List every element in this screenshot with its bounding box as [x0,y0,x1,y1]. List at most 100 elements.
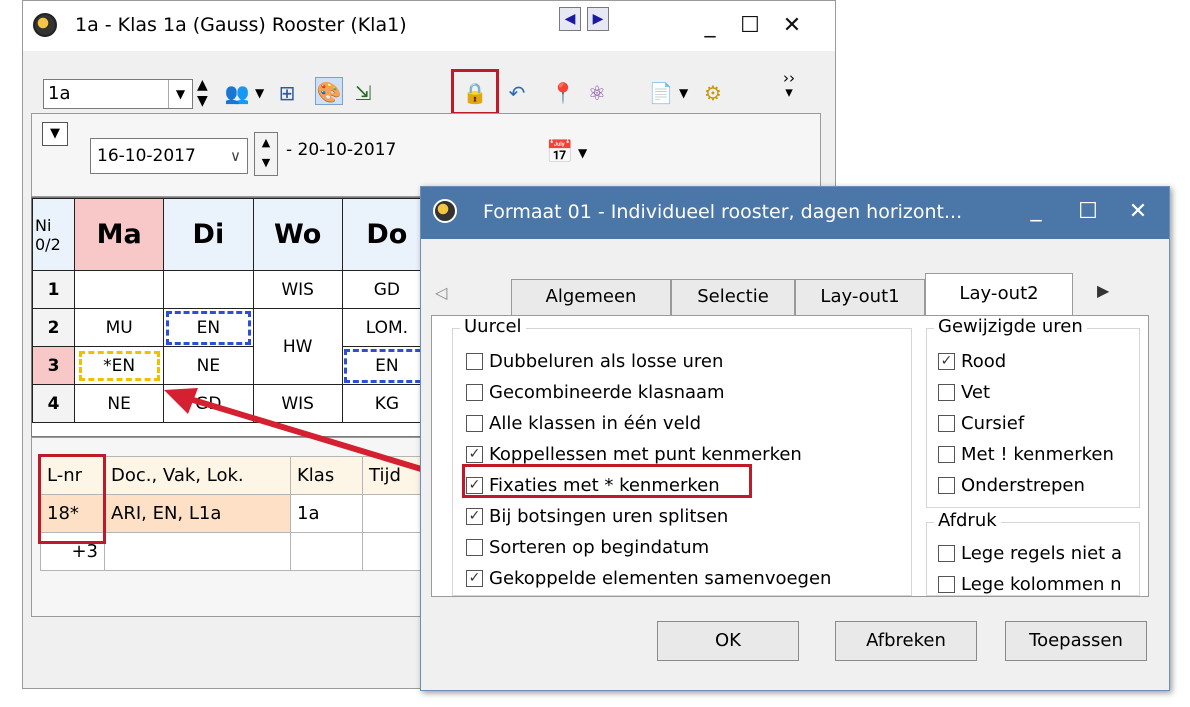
date-from-field[interactable]: 16-10-2017 ∨ [90,138,248,174]
lesson-klas[interactable] [290,532,363,571]
checkbox[interactable]: ✓ [466,508,483,525]
checkbox[interactable] [938,576,955,593]
corner-cell: Ni 0/2 [32,198,75,271]
hour-number: 2 [32,308,75,347]
palette-icon[interactable]: 🎨 [315,77,343,105]
day-header-wo[interactable]: Wo [252,198,343,271]
maximize-button[interactable]: ☐ [733,13,767,38]
date-panel: ▼ 16-10-2017 ∨ ▲ ▼ - 20-10-2017 📅 ▼ [31,113,821,197]
window-title: 1a - Klas 1a (Gauss) Rooster (Kla1) [75,14,407,36]
lesson-tijd[interactable] [362,532,426,571]
chevron-down-icon[interactable]: ▼ [168,80,192,108]
chevron-down-icon[interactable]: ▼ [255,86,264,100]
gear-icon[interactable]: ⚙ [699,79,727,107]
checkbox[interactable] [938,446,955,463]
option-row[interactable]: ✓ Bij botsingen uren splitsen [466,501,906,532]
tab-algemeen[interactable]: Algemeen [511,279,671,315]
option-label: Vet [961,382,991,403]
option-row[interactable]: ✓ Gekoppelde elementen samenvoegen [466,563,906,594]
app-clock-icon [33,13,57,37]
checkbox[interactable] [466,353,483,370]
checkbox[interactable] [938,545,955,562]
date-spinner[interactable]: ▲ ▼ [254,132,278,176]
lesson-cell[interactable] [73,270,165,309]
grid-icon[interactable]: ⊞ [273,79,301,107]
calendar-button[interactable]: 📅 ▼ [546,138,600,172]
option-row[interactable]: Vet [938,377,1138,408]
tab-layout2[interactable]: Lay-out2 [925,273,1073,317]
option-label: Gekoppelde elementen samenvoegen [489,568,832,589]
lesson-tijd[interactable] [362,494,426,533]
class-select-value: 1a [48,83,71,104]
checkbox[interactable] [466,384,483,401]
minimize-button[interactable]: _ [693,13,727,38]
lnr-highlight [38,454,106,544]
uurcel-title: Uurcel [460,316,526,337]
afdruk-title: Afdruk [934,510,1001,531]
lesson-cell[interactable]: EN [163,308,254,347]
option-row[interactable]: Gecombineerde klasnaam [466,377,906,408]
maximize-button[interactable]: ☐ [1071,199,1105,224]
lesson-cell[interactable] [163,270,254,309]
lesson-doc[interactable]: ARI, EN, L1a [104,494,291,533]
option-row[interactable]: Onderstrepen [938,470,1138,501]
minimize-button[interactable]: _ [1019,197,1053,222]
tab-layout1[interactable]: Lay-out1 [795,279,925,315]
apply-button[interactable]: Toepassen [1005,621,1147,661]
lesson-cell[interactable]: LOM. [341,308,433,347]
chevron-down-icon[interactable]: ▼ [679,86,688,100]
export-icon[interactable]: ⇲ [349,79,377,107]
nav-right-icon[interactable]: ▶ [587,7,609,31]
checkbox[interactable] [938,415,955,432]
undo-icon[interactable]: ↶ [503,79,531,107]
lesson-doc[interactable] [104,532,291,571]
option-row[interactable]: Lege kolommen n [938,569,1138,600]
option-row[interactable]: Met ! kenmerken [938,439,1138,470]
option-row[interactable]: Cursief [938,408,1138,439]
class-select[interactable]: 1a ▼ [43,79,193,109]
checkbox[interactable]: ✓ [938,353,955,370]
tab-scroll-left-icon[interactable]: ◁ [435,283,447,302]
tab-content: Uurcel Dubbeluren als losse uren Gecombi… [431,315,1149,597]
option-row[interactable]: Sorteren op begindatum [466,532,906,563]
close-button[interactable]: ✕ [1121,199,1155,224]
option-row[interactable]: ✓ Rood [938,346,1138,377]
lesson-cell[interactable]: MU [73,308,165,347]
ok-button[interactable]: OK [657,621,799,661]
pin-icon[interactable]: 📍 [549,79,577,107]
lesson-cell[interactable]: WIS [252,270,343,309]
checkbox[interactable] [466,539,483,556]
lesson-cell[interactable]: GD [341,270,433,309]
collapse-icon[interactable]: ▼ [42,122,68,146]
calendar-icon: 📅 [546,140,574,165]
settings-page-icon[interactable]: 📄 [647,79,675,107]
day-header-ma[interactable]: Ma [73,198,165,271]
checkbox[interactable] [938,384,955,401]
chevron-down-icon[interactable]: ∨ [230,139,241,173]
checkbox[interactable]: ✓ [466,446,483,463]
cancel-button[interactable]: Afbreken [835,621,977,661]
day-header-do[interactable]: Do [341,198,433,271]
checkbox[interactable] [938,477,955,494]
option-label: Lege kolommen n [961,574,1122,595]
tab-selectie[interactable]: Selectie [671,279,795,315]
lesson-klas[interactable]: 1a [290,494,363,533]
spin-icon[interactable]: ▲ ▼ [197,77,208,109]
lock-icon[interactable]: 🔒 [461,79,489,107]
option-label: Onderstrepen [961,475,1085,496]
close-button[interactable]: ✕ [775,13,809,38]
checkbox[interactable]: ✓ [466,570,483,587]
tab-scroll-right-icon[interactable]: ▶ [1097,281,1109,300]
option-row[interactable]: Lege regels niet a [938,538,1138,569]
people-icon[interactable]: 👥 [223,79,251,107]
hour-number: 4 [32,384,75,423]
molecule-icon[interactable]: ⚛ [583,79,611,107]
option-row[interactable]: Alle klassen in één veld [466,408,906,439]
day-header-di[interactable]: Di [163,198,254,271]
nav-left-icon[interactable]: ◀ [559,7,581,31]
option-label: Met ! kenmerken [961,444,1114,465]
overflow-icon[interactable]: ›› ▾ [783,71,795,100]
option-row[interactable]: Dubbeluren als losse uren [466,346,906,377]
option-label: Dubbeluren als losse uren [489,351,724,372]
checkbox[interactable] [466,415,483,432]
